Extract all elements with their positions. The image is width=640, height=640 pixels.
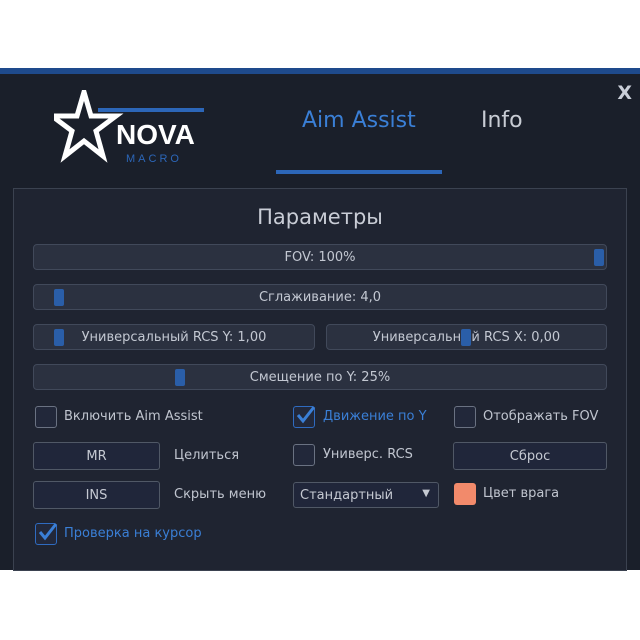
panel-title: Параметры xyxy=(257,205,383,229)
rcs-y-slider-handle[interactable] xyxy=(54,329,64,346)
fov-slider[interactable]: FOV: 100% xyxy=(33,244,607,270)
enemy-color-label: Цвет врага xyxy=(483,486,560,501)
cursor-check-checkbox[interactable] xyxy=(35,523,58,545)
show-fov-checkbox[interactable] xyxy=(454,406,476,428)
enemy-color-swatch[interactable] xyxy=(454,483,476,505)
smoothing-slider-handle[interactable] xyxy=(54,289,64,306)
tab-aim-assist[interactable]: Aim Assist xyxy=(302,108,416,133)
fov-slider-handle[interactable] xyxy=(594,249,604,266)
universal-rcs-checkbox[interactable] xyxy=(293,444,315,466)
mode-select[interactable]: Стандартный ▼ xyxy=(293,482,439,508)
enable-aim-assist-label: Включить Aim Assist xyxy=(64,409,203,424)
show-fov-label: Отображать FOV xyxy=(483,409,599,424)
active-tab-indicator xyxy=(276,170,442,174)
aim-key-button[interactable]: MR xyxy=(33,442,160,470)
aim-key-label: Целиться xyxy=(174,448,240,463)
rcs-y-slider-label: Универсальный RCS Y: 1,00 xyxy=(81,329,267,345)
nova-macro-logo: NOVA MACRO xyxy=(44,83,214,170)
offset-y-slider-label: Смещение по Y: 25% xyxy=(249,369,391,385)
smoothing-slider-label: Сглаживание: 4,0 xyxy=(258,289,382,305)
smoothing-slider[interactable]: Сглаживание: 4,0 xyxy=(33,284,607,310)
checkmark-icon xyxy=(38,523,58,541)
mode-select-value: Стандартный xyxy=(300,488,394,503)
enable-aim-assist-checkbox[interactable] xyxy=(35,406,57,428)
hide-menu-key-button[interactable]: INS xyxy=(33,481,160,509)
svg-text:MACRO: MACRO xyxy=(126,153,182,165)
app-window: X NOVA MACRO Aim Assist Info Параметры F… xyxy=(0,68,640,571)
settings-panel: Параметры FOV: 100% Сглаживание: 4,0 Уни… xyxy=(13,188,627,571)
rcs-x-slider-handle[interactable] xyxy=(461,329,471,346)
hide-menu-label: Скрыть меню xyxy=(174,487,267,502)
offset-y-slider[interactable]: Смещение по Y: 25% xyxy=(33,364,607,390)
rcs-x-slider[interactable]: Универсальный RCS X: 0,00 xyxy=(326,324,607,350)
cursor-check-label: Проверка на курсор xyxy=(64,526,202,541)
move-y-label: Движение по Y xyxy=(323,409,427,424)
rcs-y-slider[interactable]: Универсальный RCS Y: 1,00 xyxy=(33,324,315,350)
move-y-checkbox[interactable] xyxy=(293,406,316,428)
tab-info[interactable]: Info xyxy=(481,108,523,133)
svg-text:NOVA: NOVA xyxy=(116,119,195,150)
reset-button[interactable]: Сброс xyxy=(453,442,607,470)
close-button[interactable]: X xyxy=(617,82,632,104)
fov-slider-label: FOV: 100% xyxy=(284,249,356,265)
offset-y-slider-handle[interactable] xyxy=(175,369,185,386)
checkmark-icon xyxy=(296,406,316,424)
universal-rcs-label: Универс. RCS xyxy=(323,447,413,462)
dropdown-arrow-icon: ▼ xyxy=(422,488,430,499)
